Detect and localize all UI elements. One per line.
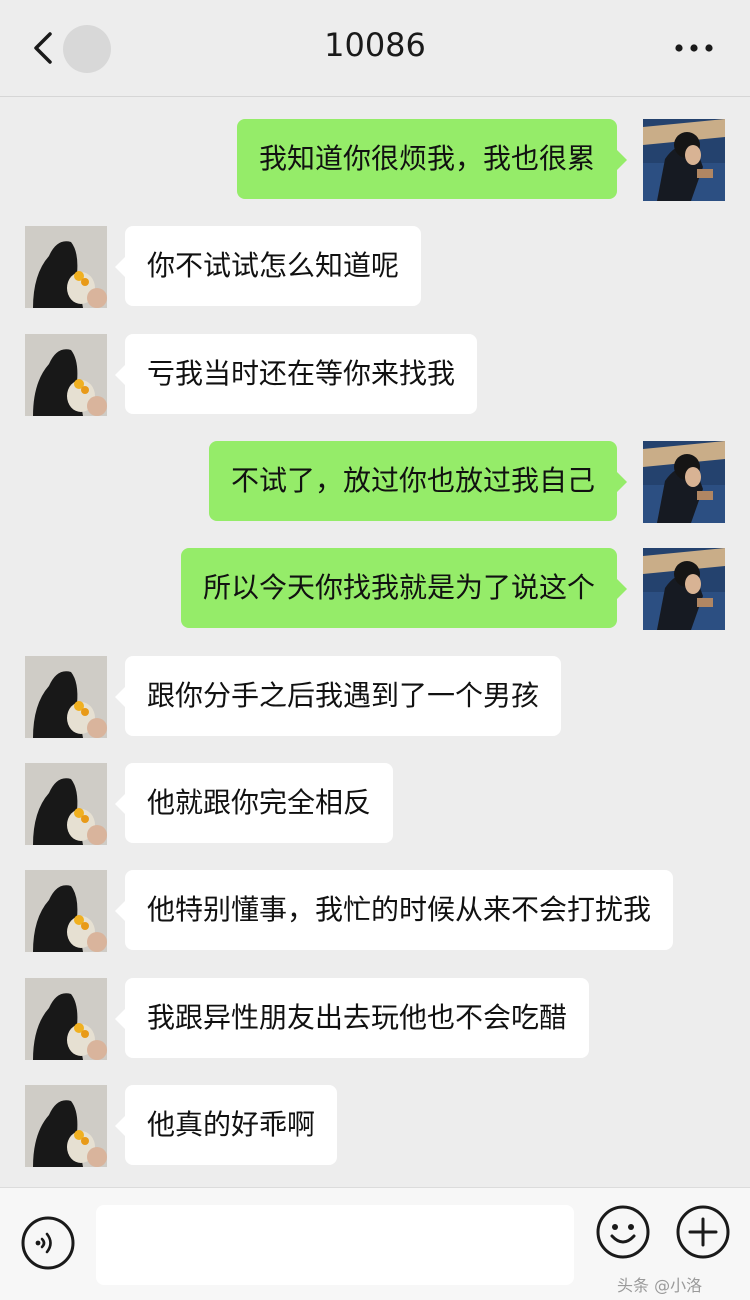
message-bubble[interactable]: 你不试试怎么知道呢	[114, 226, 422, 306]
female-avatar[interactable]	[25, 334, 107, 416]
message-bubble[interactable]: 亏我当时还在等你来找我	[114, 334, 478, 414]
female-avatar[interactable]	[25, 763, 107, 845]
message-incoming: 我跟异性朋友出去玩他也不会吃醋	[0, 978, 750, 1060]
message-incoming: 他真的好乖啊	[0, 1085, 750, 1167]
message-bubble[interactable]: 我跟异性朋友出去玩他也不会吃醋	[114, 978, 590, 1058]
message-input[interactable]	[96, 1205, 574, 1285]
message-bubble[interactable]: 他就跟你完全相反	[114, 763, 394, 843]
message-bubble[interactable]: 跟你分手之后我遇到了一个男孩	[114, 656, 562, 736]
voice-icon[interactable]	[20, 1215, 76, 1271]
more-dots-icon[interactable]	[672, 36, 716, 60]
female-avatar[interactable]	[25, 226, 107, 308]
message-incoming: 亏我当时还在等你来找我	[0, 334, 750, 416]
input-bar: 头条 @小洛	[0, 1187, 750, 1300]
emoji-icon[interactable]	[595, 1204, 651, 1260]
male-avatar[interactable]	[643, 548, 725, 630]
message-outgoing: 不试了，放过你也放过我自己	[0, 441, 750, 523]
male-avatar[interactable]	[643, 119, 725, 201]
message-incoming: 他特别懂事，我忙的时候从来不会打扰我	[0, 870, 750, 952]
male-avatar[interactable]	[643, 441, 725, 523]
female-avatar[interactable]	[25, 870, 107, 952]
message-bubble[interactable]: 所以今天你找我就是为了说这个	[180, 548, 628, 628]
message-bubble[interactable]: 他真的好乖啊	[114, 1085, 338, 1165]
chat-header: 10086	[0, 0, 750, 97]
chat-message-list: 我知道你很烦我，我也很累 你不试试怎么知道呢 亏我当时还在等你来找我 不试了，放…	[0, 97, 750, 1187]
female-avatar[interactable]	[25, 1085, 107, 1167]
message-incoming: 他就跟你完全相反	[0, 763, 750, 845]
message-outgoing: 我知道你很烦我，我也很累	[0, 119, 750, 201]
plus-icon[interactable]	[675, 1204, 731, 1260]
message-bubble[interactable]: 他特别懂事，我忙的时候从来不会打扰我	[114, 870, 674, 950]
female-avatar[interactable]	[25, 978, 107, 1060]
message-bubble[interactable]: 不试了，放过你也放过我自己	[208, 441, 628, 521]
message-incoming: 跟你分手之后我遇到了一个男孩	[0, 656, 750, 738]
page-title: 10086	[324, 26, 426, 64]
watermark: 头条 @小洛	[617, 1276, 703, 1295]
message-bubble[interactable]: 我知道你很烦我，我也很累	[236, 119, 628, 199]
female-avatar[interactable]	[25, 656, 107, 738]
message-incoming: 你不试试怎么知道呢	[0, 226, 750, 308]
message-outgoing: 所以今天你找我就是为了说这个	[0, 548, 750, 630]
